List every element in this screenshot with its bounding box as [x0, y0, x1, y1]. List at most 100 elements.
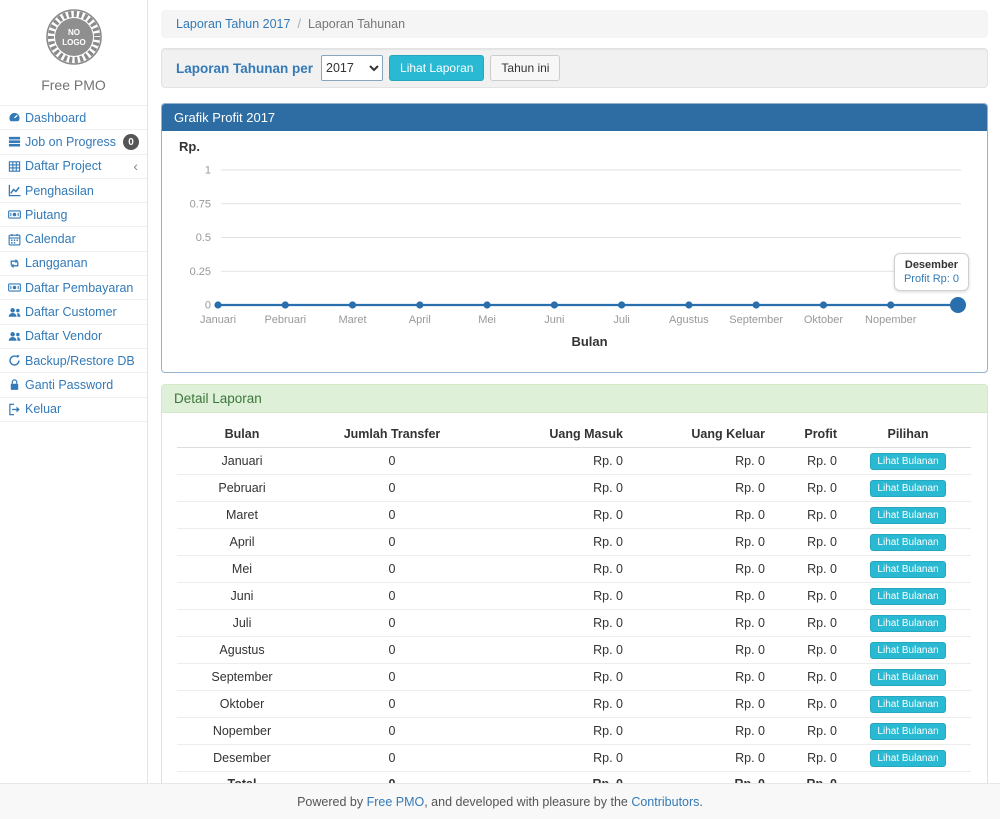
sidebar-item-calendar[interactable]: Calendar	[0, 227, 147, 251]
lihat-bulanan-button[interactable]: Lihat Bulanan	[870, 750, 945, 767]
sidebar-item-daftar-vendor[interactable]: Daftar Vendor	[0, 325, 147, 349]
cell-bulan: Oktober	[177, 691, 307, 718]
column-header-profit: Profit	[773, 421, 845, 448]
svg-text:Maret: Maret	[338, 314, 366, 326]
cell-jumlah-transfer: 0	[307, 718, 477, 745]
brand-name: Free PMO	[0, 77, 147, 93]
footer-link-free-pmo[interactable]: Free PMO	[367, 795, 425, 809]
lihat-bulanan-button[interactable]: Lihat Bulanan	[870, 696, 945, 713]
sidebar-menu: DashboardJob on Progress0 Daftar Project ‹…	[0, 105, 147, 422]
cell-profit: Rp. 0	[773, 745, 845, 772]
cell-jumlah-transfer: 0	[307, 583, 477, 610]
cell-profit: Rp. 0	[773, 448, 845, 475]
sidebar-item-label: Daftar Customer	[25, 305, 117, 319]
table-row-nopember: Nopember0Rp. 0Rp. 0Rp. 0Lihat Bulanan	[177, 718, 971, 745]
year-select[interactable]: 2017	[321, 55, 383, 81]
report-table-header-row: BulanJumlah TransferUang MasukUang Kelua…	[177, 421, 971, 448]
filter-label: Laporan Tahunan per	[176, 61, 313, 76]
chart-panel-body: Rp. 10.750.50.250JanuariPebruariMaretApr…	[162, 131, 987, 372]
logo: NO LOGO Free PMO	[0, 0, 147, 93]
cell-jumlah-transfer: 0	[307, 502, 477, 529]
sidebar-item-daftar-pembayaran[interactable]: Daftar Pembayaran	[0, 276, 147, 300]
lihat-laporan-button[interactable]: Lihat Laporan	[389, 55, 484, 81]
refresh-icon	[8, 354, 25, 367]
lihat-bulanan-button[interactable]: Lihat Bulanan	[870, 534, 945, 551]
chart-x-axis-title: Bulan	[177, 334, 972, 349]
cell-jumlah-transfer: 0	[307, 637, 477, 664]
progress-count-badge: 0	[123, 134, 139, 150]
sidebar-item-backup-restore-db[interactable]: Backup/Restore DB	[0, 349, 147, 373]
cell-uang-masuk: Rp. 0	[477, 529, 631, 556]
profit-chart: 10.750.50.250JanuariPebruariMaretAprilMe…	[177, 154, 971, 332]
table-icon	[8, 160, 25, 173]
chart-y-axis-title: Rp.	[179, 139, 972, 154]
dashboard-icon	[8, 111, 25, 124]
profit-chart-panel: Grafik Profit 2017 Rp. 10.750.50.250Janu…	[161, 103, 988, 373]
sidebar-item-penghasilan[interactable]: Penghasilan	[0, 179, 147, 203]
sidebar-item-label: Daftar Project	[25, 159, 101, 173]
lihat-bulanan-button[interactable]: Lihat Bulanan	[870, 669, 945, 686]
lihat-bulanan-button[interactable]: Lihat Bulanan	[870, 507, 945, 524]
cell-profit: Rp. 0	[773, 502, 845, 529]
column-header-uang-masuk: Uang Masuk	[477, 421, 631, 448]
cell-jumlah-transfer: 0	[307, 448, 477, 475]
sidebar-item-daftar-project[interactable]: Daftar Project ‹	[0, 155, 147, 179]
tooltip-title: Desember	[904, 259, 959, 271]
users-icon	[8, 330, 25, 343]
tahun-ini-button[interactable]: Tahun ini	[490, 55, 560, 81]
table-row-oktober: Oktober0Rp. 0Rp. 0Rp. 0Lihat Bulanan	[177, 691, 971, 718]
footer-middle: , and developed with pleasure by the	[424, 795, 631, 809]
sidebar: NO LOGO Free PMO DashboardJob on Progres…	[0, 0, 148, 783]
cell-profit: Rp. 0	[773, 529, 845, 556]
cell-bulan: Juni	[177, 583, 307, 610]
table-row-januari: Januari0Rp. 0Rp. 0Rp. 0Lihat Bulanan	[177, 448, 971, 475]
chevron-left-icon: ‹	[133, 160, 138, 172]
lihat-bulanan-button[interactable]: Lihat Bulanan	[870, 723, 945, 740]
svg-text:Juli: Juli	[613, 314, 630, 326]
cell-bulan: Mei	[177, 556, 307, 583]
cell-uang-keluar: Rp. 0	[631, 448, 773, 475]
sidebar-item-piutang[interactable]: Piutang	[0, 203, 147, 227]
cell-uang-keluar: Rp. 0	[631, 502, 773, 529]
sidebar-item-ganti-password[interactable]: Ganti Password	[0, 373, 147, 397]
sidebar-item-label: Daftar Pembayaran	[25, 281, 133, 295]
svg-text:September: September	[729, 314, 783, 326]
table-row-juli: Juli0Rp. 0Rp. 0Rp. 0Lihat Bulanan	[177, 610, 971, 637]
cell-jumlah-transfer: 0	[307, 745, 477, 772]
cell-uang-keluar: Rp. 0	[631, 583, 773, 610]
sidebar-item-langganan[interactable]: Langganan	[0, 252, 147, 276]
cell-profit: Rp. 0	[773, 610, 845, 637]
cell-uang-keluar: Rp. 0	[631, 529, 773, 556]
detail-panel-title: Detail Laporan	[162, 385, 987, 413]
breadcrumb-link[interactable]: Laporan Tahun 2017	[176, 17, 290, 31]
cell-profit: Rp. 0	[773, 664, 845, 691]
chart-panel-title: Grafik Profit 2017	[162, 104, 987, 131]
cell-uang-keluar: Rp. 0	[631, 556, 773, 583]
lihat-bulanan-button[interactable]: Lihat Bulanan	[870, 588, 945, 605]
column-header-bulan: Bulan	[177, 421, 307, 448]
money-icon	[8, 208, 25, 221]
lihat-bulanan-button[interactable]: Lihat Bulanan	[870, 453, 945, 470]
svg-text:Oktober: Oktober	[804, 314, 843, 326]
cell-uang-keluar: Rp. 0	[631, 475, 773, 502]
svg-text:0: 0	[205, 300, 211, 312]
sidebar-item-label: Daftar Vendor	[25, 329, 102, 343]
footer-link-contributors[interactable]: Contributors	[631, 795, 699, 809]
users-icon	[8, 306, 25, 319]
lihat-bulanan-button[interactable]: Lihat Bulanan	[870, 480, 945, 497]
sidebar-item-dashboard[interactable]: Dashboard	[0, 106, 147, 130]
lihat-bulanan-button[interactable]: Lihat Bulanan	[870, 615, 945, 632]
calendar-icon	[8, 233, 25, 246]
lihat-bulanan-button[interactable]: Lihat Bulanan	[870, 561, 945, 578]
lihat-bulanan-button[interactable]: Lihat Bulanan	[870, 642, 945, 659]
cell-jumlah-transfer: 0	[307, 664, 477, 691]
svg-text:1: 1	[205, 165, 211, 177]
cell-jumlah-transfer: 0	[307, 556, 477, 583]
sidebar-item-job-on-progress[interactable]: Job on Progress0	[0, 130, 147, 154]
footer-suffix: .	[699, 795, 702, 809]
table-row-september: September0Rp. 0Rp. 0Rp. 0Lihat Bulanan	[177, 664, 971, 691]
retweet-icon	[8, 257, 25, 270]
sidebar-item-keluar[interactable]: Keluar	[0, 398, 147, 422]
sidebar-item-daftar-customer[interactable]: Daftar Customer	[0, 300, 147, 324]
cell-uang-masuk: Rp. 0	[477, 556, 631, 583]
